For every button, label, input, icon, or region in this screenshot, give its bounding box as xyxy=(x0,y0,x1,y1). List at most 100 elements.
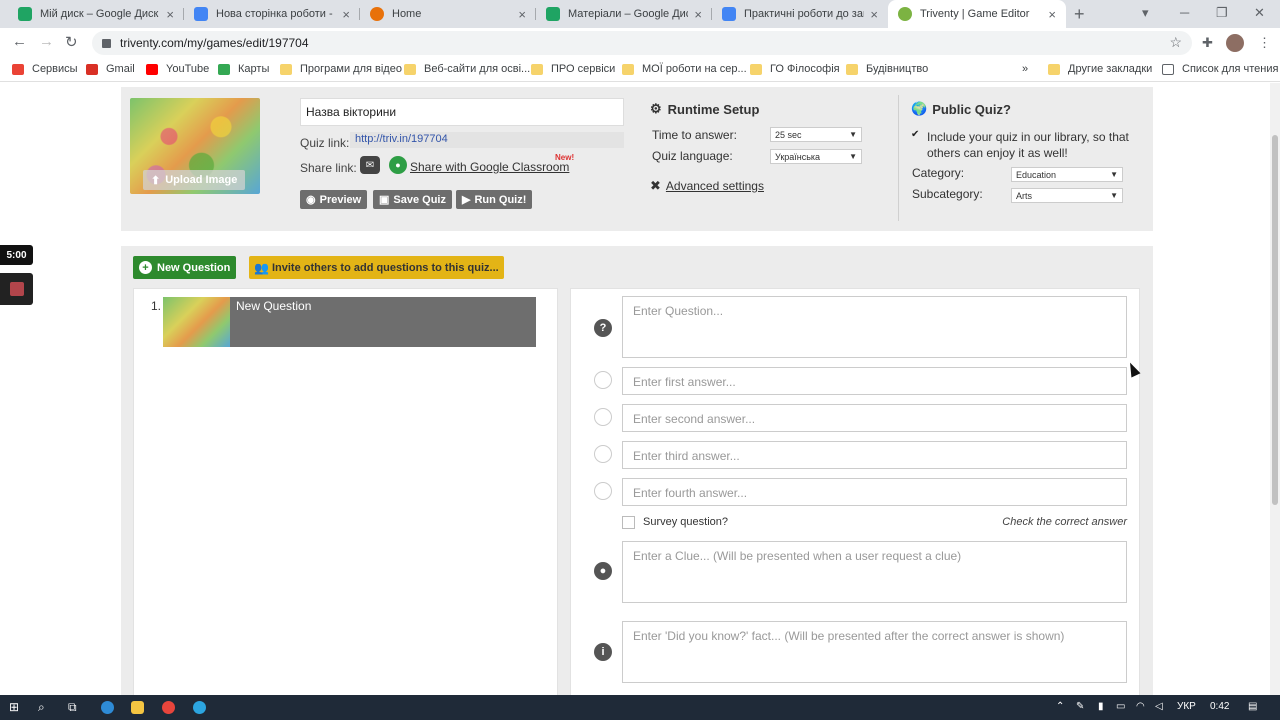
answer-2-radio[interactable] xyxy=(594,408,612,426)
quiz-link-field[interactable]: http://triv.in/197704 xyxy=(350,132,624,148)
share-google-classroom-link[interactable]: Share with Google Classroom xyxy=(410,160,569,174)
forward-icon[interactable]: → xyxy=(39,33,54,50)
notifications-icon[interactable]: ▤ xyxy=(1248,701,1257,712)
input-language[interactable]: УКР xyxy=(1177,701,1196,712)
close-icon[interactable]: × xyxy=(694,7,702,22)
close-icon[interactable]: × xyxy=(518,7,526,22)
extensions-icon[interactable]: ✚ xyxy=(1202,35,1213,51)
survey-question-checkbox[interactable] xyxy=(622,516,635,529)
answer-1-input[interactable]: Enter first answer... xyxy=(622,367,1127,395)
bookmark-maps[interactable]: Карты xyxy=(218,63,269,75)
wifi-icon[interactable]: ◠ xyxy=(1136,701,1145,712)
quiz-language-value: Українська xyxy=(775,151,821,162)
reading-list[interactable]: Список для чтения xyxy=(1162,63,1278,75)
answer-4-radio[interactable] xyxy=(594,482,612,500)
back-icon[interactable]: ← xyxy=(12,33,27,50)
menu-icon[interactable]: ⋮ xyxy=(1258,35,1271,51)
quiz-title-input[interactable]: Назва вікторини xyxy=(300,98,624,126)
bookmark-gmail[interactable]: Gmail xyxy=(86,63,135,75)
bookmark-folder-construction[interactable]: Будівництво xyxy=(846,63,928,75)
microphone-icon[interactable]: ▮ xyxy=(1098,701,1104,712)
play-icon: ▶ xyxy=(462,194,471,206)
answer-3-input[interactable]: Enter third answer... xyxy=(622,441,1127,469)
run-quiz-button[interactable]: ▶ Run Quiz! xyxy=(456,190,533,209)
invite-others-button[interactable]: 👥 Invite others to add questions to this… xyxy=(249,256,504,279)
upload-image-label: Upload Image xyxy=(165,174,238,186)
edge-icon[interactable] xyxy=(101,701,114,714)
page-scrollbar[interactable] xyxy=(1270,83,1280,695)
bookmark-youtube[interactable]: YouTube xyxy=(146,63,209,75)
advanced-settings-label: Advanced settings xyxy=(665,179,764,193)
close-icon[interactable]: × xyxy=(166,7,174,22)
tab-my-drive[interactable]: Мій диск – Google Диск × xyxy=(8,0,184,28)
close-icon[interactable]: × xyxy=(342,7,350,22)
new-badge: New! xyxy=(555,153,575,162)
tab-new-page[interactable]: Нова сторінка роботи - Go × xyxy=(184,0,360,28)
new-question-button[interactable]: + New Question xyxy=(133,256,237,279)
tray-overflow-icon[interactable]: ⌃ xyxy=(1056,701,1064,712)
bookmark-folder-video[interactable]: Програми для відео xyxy=(280,63,402,75)
restore-icon[interactable]: ❐ xyxy=(1216,5,1228,21)
tab-materials[interactable]: Матеріали – Google Диск × xyxy=(536,0,712,28)
tab-triventy-editor[interactable]: Triventy | Game Editor × xyxy=(888,0,1066,28)
preview-button[interactable]: ◉ Preview xyxy=(300,190,368,209)
bookmark-label: Веб-сайти для осві... xyxy=(424,63,531,75)
bookmark-folder-services[interactable]: ПРО сервіси xyxy=(531,63,615,75)
time-to-answer-select[interactable]: 25 sec ▼ xyxy=(770,127,862,142)
save-quiz-button[interactable]: ▣ Save Quiz xyxy=(373,190,452,209)
question-list: 1. New Question xyxy=(133,288,558,695)
minimize-icon[interactable]: ─ xyxy=(1180,5,1189,20)
reload-icon[interactable]: ↻ xyxy=(65,33,78,51)
windows-start-icon[interactable]: ⊞ xyxy=(9,700,19,714)
address-bar[interactable]: triventy.com/my/games/edit/197704 ☆ xyxy=(92,31,1192,55)
search-icon[interactable]: ⌕ xyxy=(38,700,45,715)
quiz-language-select[interactable]: Українська ▼ xyxy=(770,149,862,164)
apps-grid-icon xyxy=(12,63,24,75)
question-input[interactable]: Enter Question... xyxy=(622,296,1127,358)
bookmark-services[interactable]: Сервисы xyxy=(12,63,78,75)
tab-practical-works[interactable]: Практичні роботи до заня × xyxy=(712,0,888,28)
avatar[interactable] xyxy=(1226,34,1244,52)
answer-4-input[interactable]: Enter fourth answer... xyxy=(622,478,1127,506)
upload-image-button[interactable]: ⬆ Upload Image xyxy=(143,170,246,190)
bookmark-folder-my-works[interactable]: МОЇ роботи на сер... xyxy=(622,63,747,75)
close-icon[interactable]: × xyxy=(870,7,878,22)
close-window-icon[interactable]: ✕ xyxy=(1254,5,1265,21)
volume-icon[interactable]: ◁ xyxy=(1155,701,1163,712)
bookmark-folder-philosophy[interactable]: ГО Філософія xyxy=(750,63,840,75)
clue-input[interactable]: Enter a Clue... (Will be presented when … xyxy=(622,541,1127,603)
tab-home[interactable]: Home × xyxy=(360,0,536,28)
answer-3-radio[interactable] xyxy=(594,445,612,463)
fact-input[interactable]: Enter 'Did you know?' fact... (Will be p… xyxy=(622,621,1127,683)
category-select[interactable]: Education ▼ xyxy=(1011,167,1123,182)
bookmark-other[interactable]: Другие закладки xyxy=(1048,63,1152,75)
folder-icon xyxy=(1048,63,1060,75)
bookmark-folder-websites[interactable]: Веб-сайти для осві... xyxy=(404,63,530,75)
clock-time[interactable]: 0:42 xyxy=(1210,701,1229,712)
scrollbar-thumb[interactable] xyxy=(1272,135,1278,505)
battery-icon[interactable]: ▭ xyxy=(1116,701,1125,712)
tab-search-icon[interactable]: ▾ xyxy=(1142,5,1149,21)
file-explorer-icon[interactable] xyxy=(131,701,144,714)
list-item[interactable]: New Question xyxy=(163,297,536,347)
chrome-icon[interactable] xyxy=(162,701,175,714)
task-view-icon[interactable]: ⧉ xyxy=(68,700,77,715)
new-tab-icon[interactable]: + xyxy=(1074,4,1085,25)
bookmarks-overflow[interactable]: » xyxy=(1022,63,1028,75)
close-icon[interactable]: × xyxy=(1048,7,1056,22)
bookmark-label: МОЇ роботи на сер... xyxy=(642,63,747,75)
answer-1-radio[interactable] xyxy=(594,371,612,389)
stop-recording-button[interactable] xyxy=(0,273,33,305)
subcategory-select[interactable]: Arts ▼ xyxy=(1011,188,1123,203)
survey-question-label: Survey question? xyxy=(643,516,728,528)
bookmark-star-icon[interactable]: ☆ xyxy=(1169,34,1182,51)
google-classroom-icon[interactable]: ● xyxy=(389,156,407,174)
url-text: triventy.com/my/games/edit/197704 xyxy=(120,36,309,50)
answer-2-input[interactable]: Enter second answer... xyxy=(622,404,1127,432)
telegram-icon[interactable] xyxy=(193,701,206,714)
category-label: Category: xyxy=(912,166,965,180)
email-share-icon[interactable]: ✉ xyxy=(360,156,380,174)
pen-icon[interactable]: ✎ xyxy=(1076,701,1084,712)
include-library-checkbox[interactable]: ✔ xyxy=(911,129,922,140)
advanced-settings-link[interactable]: ✖ Advanced settings xyxy=(650,178,764,194)
